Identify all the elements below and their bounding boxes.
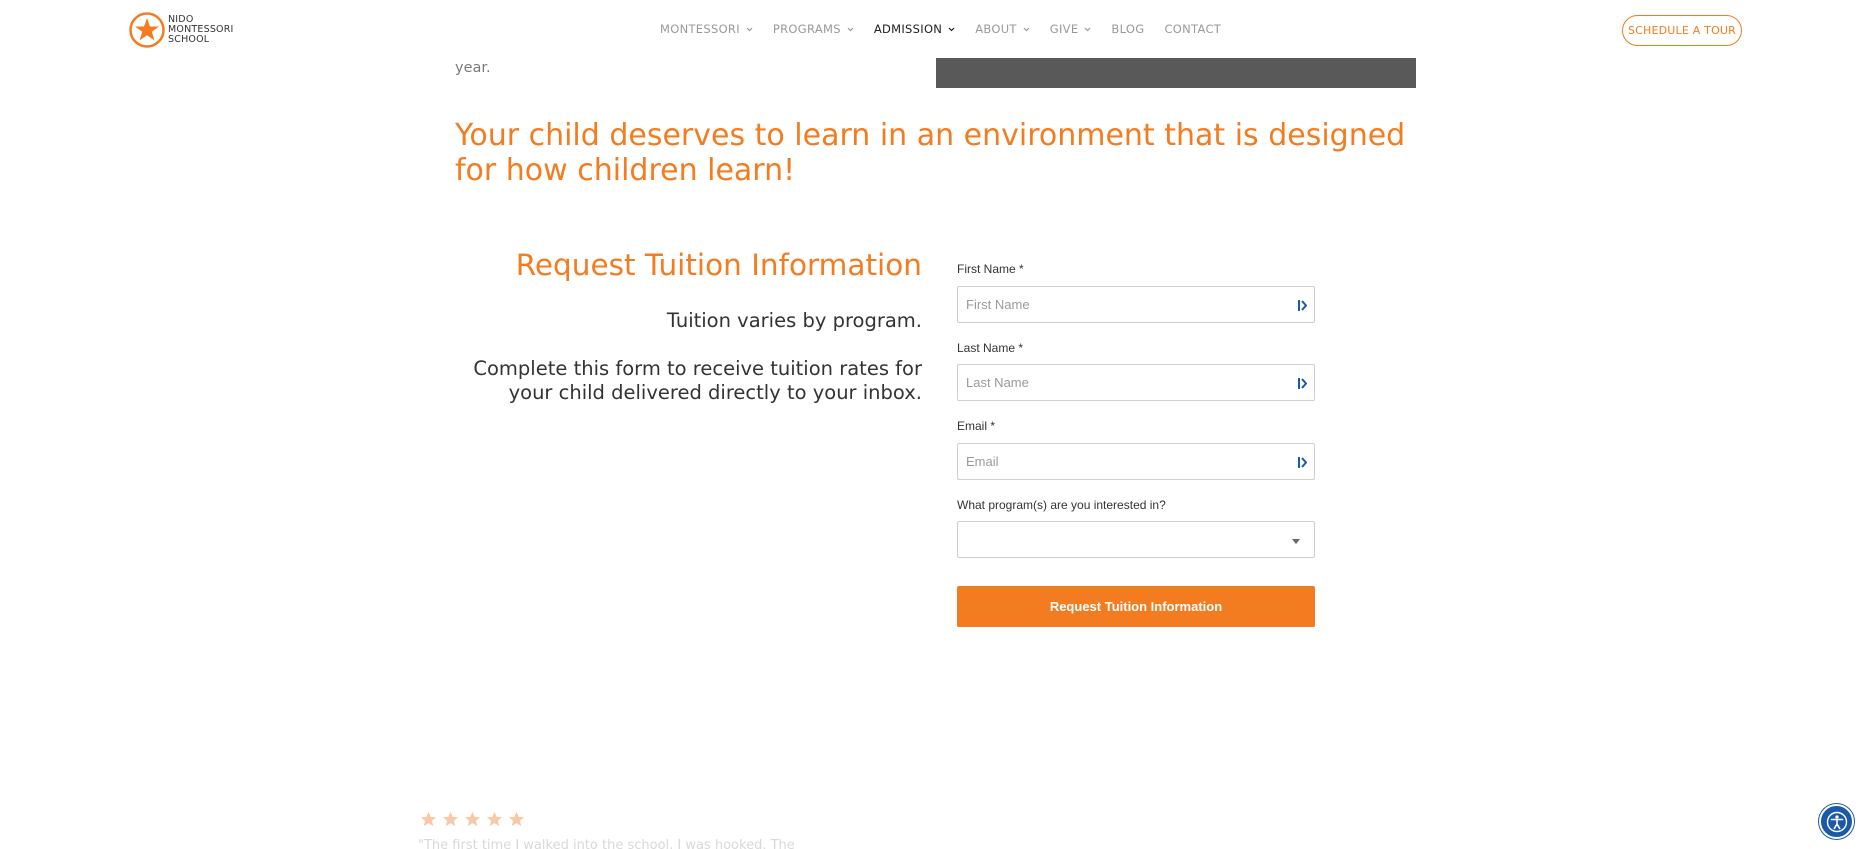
site-logo[interactable]: NIDO MONTESSORI SCHOOL (129, 12, 234, 48)
autofill-key-icon[interactable] (1297, 300, 1307, 311)
nav-item-montessori[interactable]: MONTESSORI (660, 22, 753, 36)
chevron-down-icon (1023, 27, 1030, 31)
star-icon (442, 811, 459, 827)
email-label: Email * (957, 419, 996, 433)
main-nav: MONTESSORI PROGRAMS ADMISSION ABOUT GIVE… (660, 22, 1241, 36)
autofill-key-icon[interactable] (1297, 378, 1307, 389)
nav-item-give[interactable]: GIVE (1050, 22, 1092, 36)
tuition-subtitle: Tuition varies by program. (666, 309, 922, 332)
last-name-label: Last Name * (957, 341, 1024, 355)
nav-item-contact[interactable]: CONTACT (1164, 22, 1221, 36)
email-placeholder: Email (966, 454, 999, 469)
program-select[interactable] (957, 521, 1315, 558)
logo-line-3: SCHOOL (168, 34, 210, 45)
email-field[interactable]: Email (957, 443, 1315, 480)
star-icon (420, 811, 437, 827)
rating-stars (420, 811, 530, 828)
site-header: NIDO MONTESSORI SCHOOL MONTESSORI PROGRA… (0, 0, 1871, 58)
star-circle-logo-icon (129, 12, 165, 48)
accessibility-icon (1826, 811, 1847, 832)
nav-item-blog[interactable]: BLOG (1111, 22, 1144, 36)
program-label: What program(s) are you interested in? (957, 498, 1166, 512)
nav-item-label: GIVE (1049, 22, 1079, 36)
first-name-placeholder: First Name (966, 297, 1030, 312)
request-tuition-button[interactable]: Request Tuition Information (957, 586, 1315, 627)
chevron-down-icon (746, 27, 753, 31)
chevron-down-icon (948, 27, 955, 31)
chevron-down-icon (847, 27, 854, 31)
chevron-down-icon (1084, 27, 1091, 31)
testimonial-text: "The first time I walked into the school… (418, 838, 795, 849)
logo-text: NIDO MONTESSORI SCHOOL (168, 15, 234, 45)
star-icon (508, 811, 525, 827)
first-name-field[interactable]: First Name (957, 286, 1315, 323)
tuition-description: Complete this form to receive tuition ra… (473, 357, 922, 404)
nav-item-label: MONTESSORI (660, 22, 740, 36)
last-name-placeholder: Last Name (966, 375, 1029, 390)
media-block (936, 58, 1416, 88)
nav-item-programs[interactable]: PROGRAMS (773, 22, 854, 36)
star-icon (486, 811, 503, 827)
last-name-field[interactable]: Last Name (957, 364, 1315, 401)
page-headline: Your child deserves to learn in an envir… (455, 118, 1406, 188)
autofill-key-icon[interactable] (1297, 457, 1307, 468)
nav-item-label: ABOUT (975, 22, 1017, 36)
nav-item-label: BLOG (1111, 22, 1145, 36)
nav-item-label: ADMISSION (873, 22, 943, 36)
tuition-title: Request Tuition Information (515, 248, 922, 282)
nav-item-about[interactable]: ABOUT (975, 22, 1030, 36)
intro-partial-text: year. (455, 60, 491, 76)
schedule-tour-button[interactable]: SCHEDULE A TOUR (1622, 15, 1742, 46)
caret-down-icon (1292, 539, 1300, 544)
star-icon (464, 811, 481, 827)
nav-item-label: PROGRAMS (772, 22, 841, 36)
accessibility-button[interactable] (1819, 804, 1854, 839)
nav-item-admission[interactable]: ADMISSION (874, 22, 955, 36)
nav-item-label: CONTACT (1164, 22, 1222, 36)
first-name-label: First Name * (957, 262, 1024, 276)
